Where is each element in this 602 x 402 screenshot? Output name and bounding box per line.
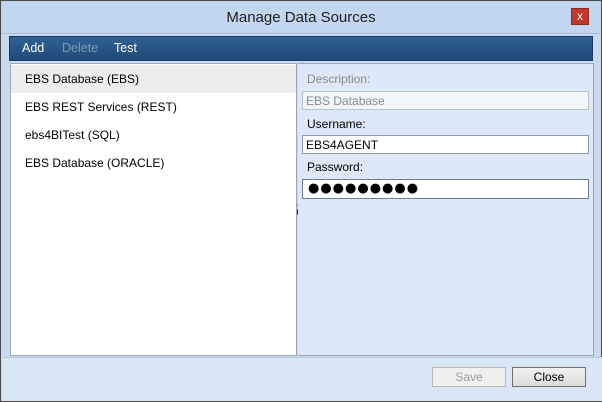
close-icon: x	[577, 9, 583, 23]
password-field[interactable]: ●●●●●●●●●	[302, 179, 589, 199]
add-button[interactable]: Add	[22, 41, 44, 55]
password-label: Password:	[307, 160, 364, 174]
username-field[interactable]	[302, 135, 589, 154]
description-field[interactable]	[302, 91, 589, 110]
description-label: Description:	[307, 72, 371, 86]
list-item-ebs-database-ebs[interactable]: EBS Database (EBS)	[11, 65, 296, 93]
close-window-button[interactable]: x	[571, 8, 589, 25]
delete-button[interactable]: Delete	[62, 41, 98, 55]
test-button[interactable]: Test	[114, 41, 137, 55]
manage-data-sources-dialog: Manage Data Sources x Add Delete Test EB…	[0, 0, 602, 402]
title-bar: Manage Data Sources x	[1, 1, 601, 34]
close-button[interactable]: Close	[512, 367, 586, 387]
username-label: Username:	[307, 117, 366, 131]
save-button[interactable]: Save	[432, 367, 506, 387]
list-item-ebs4bitest-sql[interactable]: ebs4BITest (SQL)	[11, 121, 296, 149]
data-source-list: EBS Database (EBS) EBS REST Services (RE…	[10, 63, 297, 356]
list-item-ebs-rest-services[interactable]: EBS REST Services (REST)	[11, 93, 296, 121]
data-source-details: Description: Username: Password: ●●●●●●●…	[298, 63, 594, 356]
window-title: Manage Data Sources	[226, 9, 376, 26]
toolbar: Add Delete Test	[9, 36, 593, 61]
dialog-footer: Save Close	[2, 357, 602, 401]
list-item-ebs-database-oracle[interactable]: EBS Database (ORACLE)	[11, 149, 296, 177]
